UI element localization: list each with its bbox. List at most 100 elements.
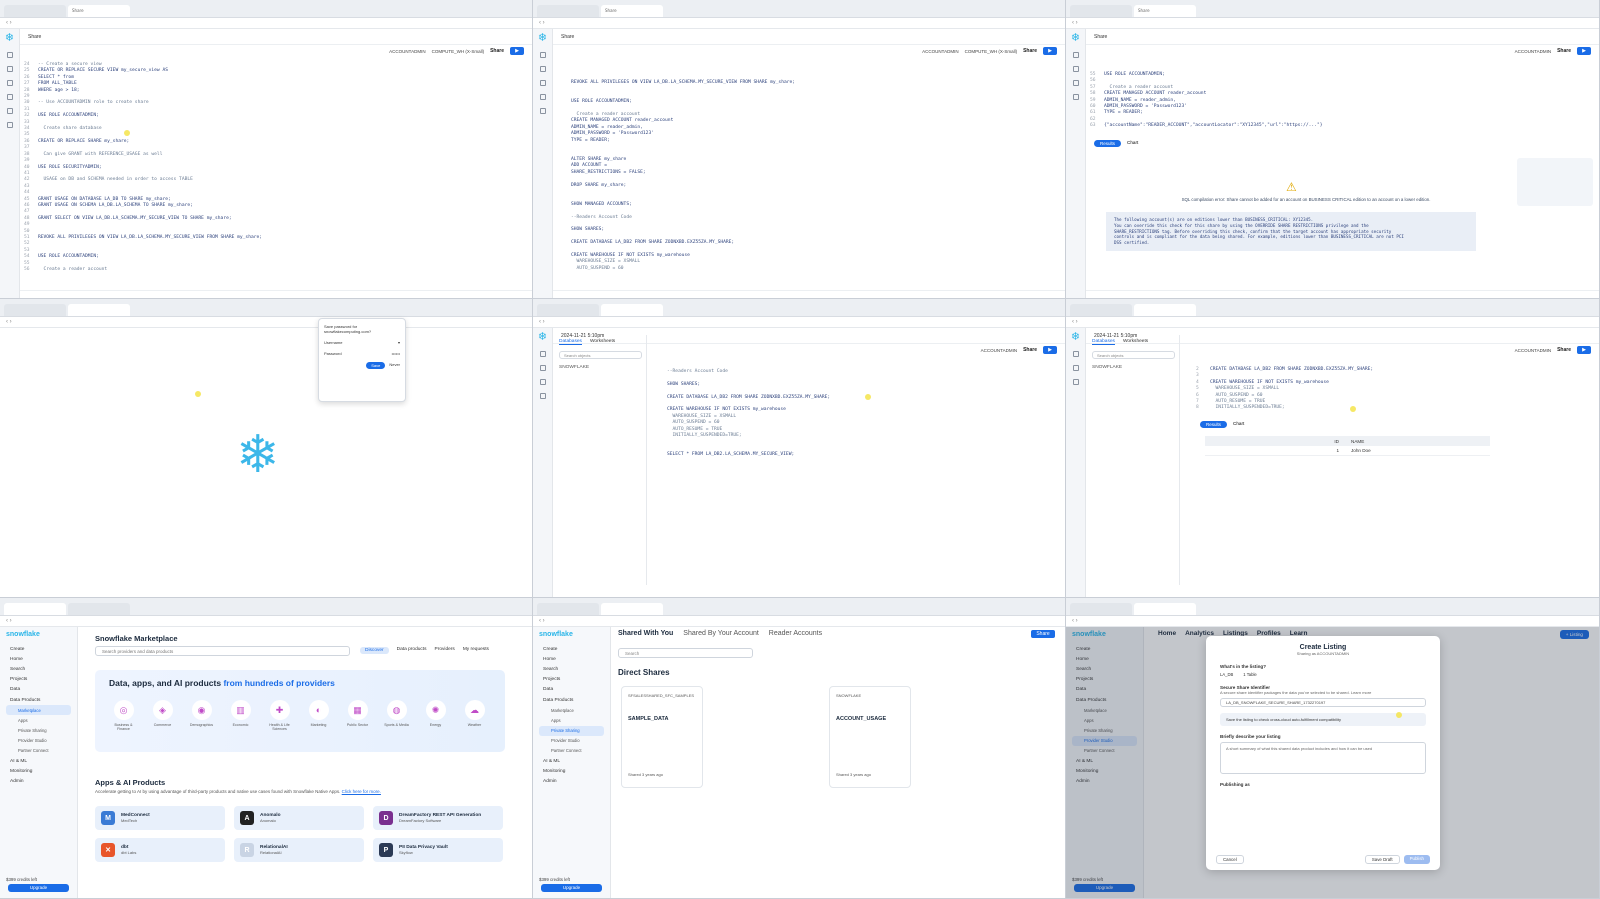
data-icon[interactable] bbox=[1072, 379, 1079, 385]
sidebar-item-data[interactable]: Data bbox=[6, 685, 71, 695]
home-icon[interactable] bbox=[1072, 365, 1079, 371]
browser-tab-active[interactable]: Share bbox=[68, 5, 130, 17]
home-icon[interactable] bbox=[539, 66, 546, 72]
password-field[interactable]: •••••• bbox=[392, 351, 400, 356]
sidebar-item-data[interactable]: Data bbox=[539, 685, 604, 695]
browser-tab-active[interactable] bbox=[601, 603, 663, 615]
add-icon[interactable] bbox=[539, 351, 546, 357]
category-tile[interactable]: ◈ Commerce bbox=[148, 700, 177, 731]
back-icon[interactable]: ‹ › bbox=[6, 618, 12, 624]
sidebar-item-private-sharing[interactable]: Private Sharing bbox=[6, 726, 71, 736]
sidebar-item-create[interactable]: Create bbox=[539, 644, 604, 654]
apps-more-link[interactable]: Click here for more. bbox=[342, 789, 381, 794]
sidebar-item-provider-studio[interactable]: Provider Studio bbox=[6, 736, 71, 746]
share-button[interactable]: Share bbox=[1023, 347, 1037, 353]
tab-my-requests[interactable]: My requests bbox=[463, 647, 489, 654]
app-card[interactable]: ✕ dbt dbt Labs bbox=[95, 838, 225, 862]
role-selector[interactable]: ACCOUNTADMIN bbox=[981, 348, 1017, 353]
share-button[interactable]: Share bbox=[1557, 347, 1571, 353]
browser-tab[interactable] bbox=[537, 5, 599, 17]
sidebar-item-apps[interactable]: Apps bbox=[6, 715, 71, 725]
back-icon[interactable]: ‹ › bbox=[6, 319, 12, 325]
sidebar-item-admin[interactable]: Admin bbox=[6, 776, 71, 786]
sidebar-item-marketplace[interactable]: Marketplace bbox=[539, 705, 604, 715]
sidebar-item-projects[interactable]: Projects bbox=[6, 675, 71, 685]
object-search-input[interactable]: Search objects bbox=[559, 351, 642, 359]
data-icon[interactable] bbox=[539, 393, 546, 399]
table-chip[interactable]: 1 Table bbox=[1243, 672, 1256, 677]
home-icon[interactable] bbox=[6, 66, 13, 72]
settings-icon[interactable] bbox=[6, 122, 13, 128]
tab-discover[interactable]: Discover bbox=[360, 647, 389, 654]
share-button[interactable]: Share bbox=[490, 48, 504, 54]
sidebar-item-partner-connect[interactable]: Partner Connect bbox=[539, 746, 604, 756]
search-icon[interactable] bbox=[539, 80, 546, 86]
worksheets-tab[interactable]: Worksheets bbox=[1123, 339, 1148, 345]
run-button[interactable]: ▶ bbox=[1577, 47, 1591, 55]
col-id[interactable]: ID bbox=[1205, 439, 1345, 444]
sidebar-item-data-products[interactable]: Data Products bbox=[6, 695, 71, 705]
browser-tab[interactable] bbox=[1070, 5, 1132, 17]
run-button[interactable]: ▶ bbox=[510, 47, 524, 55]
add-icon[interactable] bbox=[1072, 351, 1079, 357]
run-button[interactable]: ▶ bbox=[1043, 47, 1057, 55]
databases-tab[interactable]: Databases bbox=[1092, 339, 1115, 345]
sidebar-item-apps[interactable]: Apps bbox=[539, 715, 604, 725]
sidebar-item-home[interactable]: Home bbox=[6, 654, 71, 664]
share-button[interactable]: Share bbox=[1557, 48, 1571, 54]
worksheets-tab[interactable]: Worksheets bbox=[590, 339, 615, 345]
username-field[interactable]: ▾ bbox=[398, 340, 400, 345]
tab-providers[interactable]: Providers bbox=[435, 647, 455, 654]
results-tab[interactable]: Results bbox=[1200, 421, 1228, 428]
role-selector[interactable]: ACCOUNTADMIN bbox=[922, 49, 958, 54]
worksheet-title[interactable]: Share bbox=[1094, 34, 1107, 40]
back-icon[interactable]: ‹ › bbox=[1072, 319, 1078, 325]
back-icon[interactable]: ‹ › bbox=[1072, 618, 1078, 624]
search-icon[interactable] bbox=[6, 80, 13, 86]
browser-tab[interactable] bbox=[68, 603, 130, 615]
data-icon[interactable] bbox=[539, 108, 546, 114]
col-name[interactable]: NAME bbox=[1345, 439, 1364, 444]
add-icon[interactable] bbox=[6, 52, 13, 58]
sql-editor[interactable]: 24 -- Create a secure view 25 CREATE OR REP… bbox=[24, 62, 524, 273]
sql-editor[interactable]: 55 USE ROLE ACCOUNTADMIN; 56 57 Create a re… bbox=[1090, 72, 1591, 130]
run-button[interactable]: ▶ bbox=[1577, 346, 1591, 354]
app-card[interactable]: D DreamFactory REST API Generation DreamFa… bbox=[373, 806, 503, 830]
browser-tab-active[interactable] bbox=[1134, 603, 1196, 615]
app-card[interactable]: M MedConnect MedTech bbox=[95, 806, 225, 830]
browser-tab-active[interactable] bbox=[1134, 304, 1196, 316]
app-card[interactable]: P PII Data Privacy Vault Skyflow bbox=[373, 838, 503, 862]
warehouse-selector[interactable]: COMPUTE_WH (X-Small) bbox=[965, 49, 1018, 54]
browser-tab[interactable] bbox=[1070, 603, 1132, 615]
tree-node[interactable]: SNOWFLAKE bbox=[559, 365, 642, 370]
publish-button[interactable]: Publish bbox=[1403, 855, 1430, 864]
sidebar-item-search[interactable]: Search bbox=[6, 664, 71, 674]
sidebar-item-private-sharing[interactable]: Private Sharing bbox=[539, 725, 604, 736]
table-row[interactable]: 1 John Doe bbox=[1205, 446, 1490, 456]
browser-tab[interactable] bbox=[537, 304, 599, 316]
browser-tab[interactable] bbox=[4, 304, 66, 316]
worksheet-title[interactable]: Share bbox=[561, 34, 574, 40]
share-button[interactable]: Share bbox=[1023, 48, 1037, 54]
back-icon[interactable]: ‹ › bbox=[539, 618, 545, 624]
sql-editor[interactable]: REVOKE ALL PRIVILEGES ON VIEW LA_DB.LA_S… bbox=[557, 80, 1057, 272]
projects-icon[interactable] bbox=[539, 94, 546, 100]
sql-editor[interactable]: 2 CREATE DATABASE LA_DB2 FROM SHARE ZODNX… bbox=[1196, 367, 1591, 412]
category-tile[interactable]: ✚ Health & Life Sciences bbox=[265, 700, 294, 731]
tab-shared-by-account[interactable]: Shared By Your Account bbox=[683, 630, 759, 637]
category-tile[interactable]: ◍ Sports & Media bbox=[382, 700, 411, 731]
search-icon[interactable] bbox=[539, 379, 546, 385]
shares-search-input[interactable]: Search bbox=[618, 648, 753, 658]
description-textarea[interactable]: A short summary of what this shared data… bbox=[1220, 742, 1426, 774]
back-icon[interactable]: ‹ › bbox=[6, 20, 12, 26]
category-tile[interactable]: ▦ Public Sector bbox=[343, 700, 372, 731]
data-icon[interactable] bbox=[1072, 94, 1079, 100]
share-card[interactable]: SFSALESSHARED_SFC_SAMPLES SAMPLE_DATA Sh… bbox=[621, 686, 703, 788]
category-tile[interactable]: ◉ Demographics bbox=[187, 700, 216, 731]
chart-tab[interactable]: Chart bbox=[1127, 140, 1138, 147]
warehouse-selector[interactable]: COMPUTE_WH (X-Small) bbox=[432, 49, 485, 54]
sidebar-item-projects[interactable]: Projects bbox=[539, 675, 604, 685]
tab-data-products[interactable]: Data products bbox=[397, 647, 427, 654]
upgrade-button[interactable]: Upgrade bbox=[541, 884, 602, 892]
back-icon[interactable]: ‹ › bbox=[539, 20, 545, 26]
